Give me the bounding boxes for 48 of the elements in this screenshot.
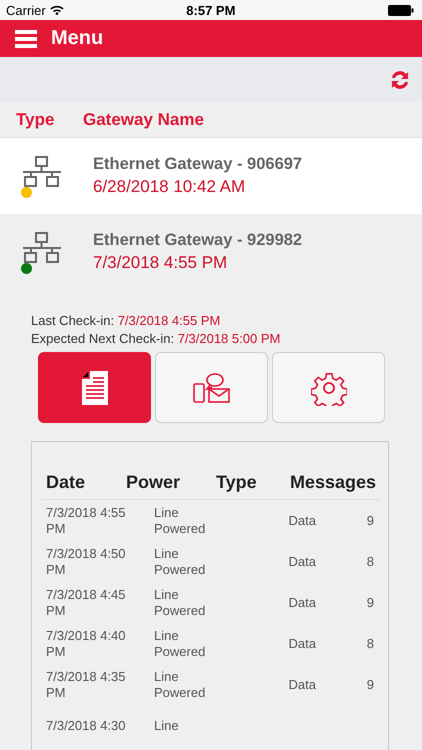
gateway-time: 6/28/2018 10:42 AM xyxy=(93,177,246,197)
gateway-name: Ethernet Gateway - 906697 xyxy=(93,155,302,174)
table-cell-text: 7/3/2018 4:55 PM xyxy=(46,504,127,536)
table-cell-text: 8 xyxy=(366,554,375,570)
column-header: Messages xyxy=(288,472,377,493)
network-icon xyxy=(21,232,63,266)
table-cell-text: Data xyxy=(288,676,316,692)
column-header: Type xyxy=(216,472,258,493)
gateway-name: Ethernet Gateway - 929982 xyxy=(93,231,302,250)
table-cell-text: Data xyxy=(288,636,316,652)
menu-title[interactable]: Menu xyxy=(51,27,104,50)
column-header: Gateway Name xyxy=(83,110,204,130)
next-checkin-text: Expected Next Check-in: 7/3/2018 5:00 PM xyxy=(31,330,282,348)
table-cell-text: 7/3/2018 4:35 PM xyxy=(46,668,127,700)
table-cell-text: Line Powered xyxy=(154,504,206,536)
gateway-time: 7/3/2018 4:55 PM xyxy=(93,253,228,273)
table-cell-text: Data xyxy=(288,594,316,610)
notifications-button[interactable] xyxy=(155,352,268,423)
phone-mail-icon xyxy=(192,372,230,404)
table-cell-text: Data xyxy=(288,512,316,528)
table-cell-text: 9 xyxy=(366,594,375,610)
table-cell-text: Data xyxy=(288,554,316,570)
last-checkin-text: Last Check-in: 7/3/2018 4:55 PM xyxy=(31,312,222,330)
table-cell-text: Line Powered xyxy=(154,546,206,578)
column-header: Type xyxy=(16,110,56,130)
clock-text: 8:57 PM xyxy=(185,2,236,18)
table-cell-text: Line Powered xyxy=(154,586,206,618)
table-cell-text: 7/3/2018 4:50 PM xyxy=(46,546,127,578)
log-button[interactable] xyxy=(38,352,151,423)
table-cell-text: Line Powered xyxy=(154,628,206,660)
gateway-row[interactable]: Ethernet Gateway - 906697 6/28/2018 10:42 AM xyxy=(0,138,422,214)
battery-icon xyxy=(388,4,414,16)
settings-button[interactable] xyxy=(272,352,385,423)
table-cell-text: 7/3/2018 4:40 PM xyxy=(46,628,127,660)
column-header: Power xyxy=(126,472,182,493)
wifi-icon xyxy=(50,5,64,15)
carrier-text: Carrier xyxy=(6,2,46,18)
table-cell-text: Line Powered xyxy=(154,668,206,700)
column-header: Date xyxy=(46,472,86,493)
table-cell-text: 9 xyxy=(366,676,375,692)
document-icon xyxy=(80,370,108,406)
menu-icon[interactable] xyxy=(15,30,37,48)
table-cell-text: 9 xyxy=(366,512,375,528)
network-icon xyxy=(21,156,63,190)
table-cell-text: Line xyxy=(154,718,180,734)
table-cell-text: 7/3/2018 4:30 xyxy=(46,718,127,734)
table-cell-text: 7/3/2018 4:45 PM xyxy=(46,586,127,618)
table-cell-text: 8 xyxy=(366,636,375,652)
